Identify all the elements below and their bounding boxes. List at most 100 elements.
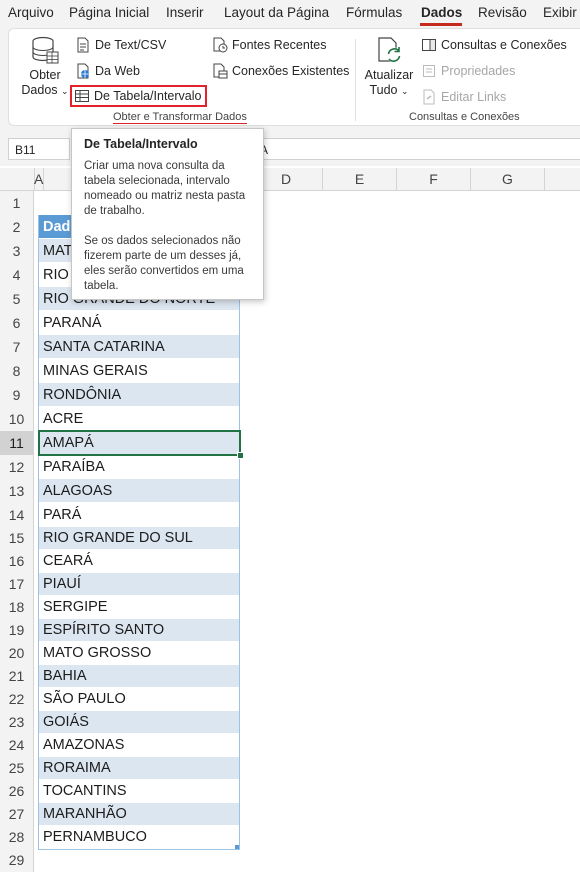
table-cell[interactable]: PARÁ <box>39 503 240 527</box>
fill-handle[interactable] <box>237 452 244 459</box>
table-cell[interactable]: MINAS GERAIS <box>39 359 240 383</box>
table-cell[interactable]: PERNAMBUCO <box>39 826 240 849</box>
from-text-csv-button[interactable]: De Text/CSV <box>75 35 166 55</box>
get-data-label-2: Dados ⌄ <box>21 83 69 97</box>
table-cell[interactable]: BAHIA <box>39 665 240 688</box>
edit-links-label: Editar Links <box>441 90 507 104</box>
column-header-h[interactable] <box>545 168 580 190</box>
properties-button[interactable]: Propriedades <box>421 61 515 81</box>
ribbon-panel: Obter Dados ⌄ De Text/CSV Da Web De Tabe… <box>8 28 580 126</box>
properties-label: Propriedades <box>441 64 516 78</box>
existing-connections-button[interactable]: Conexões Existentes <box>212 61 349 81</box>
row-header[interactable]: 18 <box>0 596 34 619</box>
table-cell[interactable]: PARANÁ <box>39 311 240 335</box>
properties-icon <box>421 63 437 79</box>
row-header[interactable]: 3 <box>0 239 34 263</box>
row-header[interactable]: 10 <box>0 407 34 431</box>
formula-input[interactable]: A <box>255 138 580 160</box>
row-header[interactable]: 14 <box>0 503 34 527</box>
table-cell[interactable]: MATO GROSSO <box>39 642 240 665</box>
name-box[interactable]: B11 <box>8 138 70 160</box>
get-data-button[interactable]: Obter Dados ⌄ <box>19 35 71 99</box>
row-header[interactable]: 25 <box>0 757 34 780</box>
row-header[interactable]: 27 <box>0 803 34 826</box>
tab-exibir[interactable]: Exibir <box>543 5 577 20</box>
tab-pagina-inicial[interactable]: Página Inicial <box>69 5 149 20</box>
table-resize-handle[interactable] <box>235 845 239 849</box>
row-header[interactable]: 29 <box>0 849 34 872</box>
text-file-icon <box>75 37 91 53</box>
chevron-down-icon: ⌄ <box>400 86 409 96</box>
tab-layout-da-pagina[interactable]: Layout da Página <box>224 5 329 20</box>
tab-revisao[interactable]: Revisão <box>478 5 527 20</box>
table-cell[interactable]: RORAIMA <box>39 757 240 780</box>
row-header[interactable]: 8 <box>0 359 34 383</box>
column-header-e[interactable]: E <box>323 168 397 190</box>
table-cell[interactable]: AMAZONAS <box>39 734 240 757</box>
table-cell[interactable]: SERGIPE <box>39 596 240 619</box>
table-cell[interactable]: ALAGOAS <box>39 479 240 503</box>
table-cell[interactable]: MARANHÃO <box>39 803 240 826</box>
from-web-label: Da Web <box>95 64 140 78</box>
row-header[interactable]: 15 <box>0 527 34 550</box>
table-cell[interactable]: PARAÍBA <box>39 455 240 479</box>
web-page-icon <box>75 63 91 79</box>
row-header[interactable]: 12 <box>0 455 34 479</box>
select-all-corner[interactable] <box>0 168 35 190</box>
row-header[interactable]: 13 <box>0 479 34 503</box>
table-cell[interactable]: SANTA CATARINA <box>39 335 240 359</box>
connections-icon <box>212 63 228 79</box>
row-header[interactable]: 4 <box>0 263 34 287</box>
recent-sources-button[interactable]: Fontes Recentes <box>212 35 327 55</box>
column-header-g[interactable]: G <box>471 168 545 190</box>
from-table-range-button[interactable]: De Tabela/Intervalo <box>70 85 208 107</box>
tooltip-title: De Tabela/Intervalo <box>84 137 198 151</box>
tab-dados[interactable]: Dados <box>421 5 462 20</box>
row-header[interactable]: 1 <box>0 191 34 215</box>
group-label-get-transform: Obter e Transformar Dados <box>113 111 247 124</box>
get-data-label-1: Obter <box>29 68 61 82</box>
group-separator <box>355 39 356 121</box>
row-header[interactable]: 6 <box>0 311 34 335</box>
table-cell[interactable]: ESPÍRITO SANTO <box>39 619 240 642</box>
row-header[interactable]: 5 <box>0 287 34 311</box>
from-web-button[interactable]: Da Web <box>75 61 140 81</box>
row-header[interactable]: 11 <box>0 431 34 455</box>
column-header-a[interactable]: A <box>34 168 44 190</box>
row-header[interactable]: 16 <box>0 550 34 573</box>
table-cell[interactable]: RIO GRANDE DO SUL <box>39 527 240 550</box>
row-header[interactable]: 19 <box>0 619 34 642</box>
tooltip-body: Criar uma nova consulta da tabela seleci… <box>84 160 246 292</box>
table-cell[interactable]: TOCANTINS <box>39 780 240 803</box>
tab-formulas[interactable]: Fórmulas <box>346 5 402 20</box>
row-header[interactable]: 17 <box>0 573 34 596</box>
row-header[interactable]: 2 <box>0 215 34 239</box>
row-header[interactable]: 28 <box>0 826 34 849</box>
recent-sources-label: Fontes Recentes <box>232 38 327 52</box>
row-header[interactable]: 22 <box>0 688 34 711</box>
tooltip-from-table-range: De Tabela/Intervalo Criar uma nova consu… <box>71 128 264 300</box>
row-header[interactable]: 20 <box>0 642 34 665</box>
table-cell[interactable]: ACRE <box>39 407 240 431</box>
table-cell[interactable]: SÃO PAULO <box>39 688 240 711</box>
database-icon <box>30 35 60 65</box>
column-header-f[interactable]: F <box>397 168 471 190</box>
row-header[interactable]: 24 <box>0 734 34 757</box>
table-cell[interactable]: CEARÁ <box>39 550 240 573</box>
row-header[interactable]: 7 <box>0 335 34 359</box>
table-cell[interactable]: RONDÔNIA <box>39 383 240 407</box>
refresh-all-button[interactable]: Atualizar Tudo ⌄ <box>361 35 417 99</box>
row-header[interactable]: 21 <box>0 665 34 688</box>
row-header[interactable]: 9 <box>0 383 34 407</box>
row-header[interactable]: 23 <box>0 711 34 734</box>
table-cell[interactable]: GOIÁS <box>39 711 240 734</box>
from-table-range-label: De Tabela/Intervalo <box>94 89 202 103</box>
refresh-all-label-1: Atualizar <box>364 68 414 82</box>
tab-inserir[interactable]: Inserir <box>166 5 204 20</box>
row-header[interactable]: 26 <box>0 780 34 803</box>
table-cell[interactable]: PIAUÍ <box>39 573 240 596</box>
edit-links-button[interactable]: Editar Links <box>421 87 506 107</box>
queries-connections-button[interactable]: Consultas e Conexões <box>421 35 567 55</box>
table-cell[interactable]: AMAPÁ <box>39 431 240 455</box>
tab-arquivo[interactable]: Arquivo <box>8 5 54 20</box>
